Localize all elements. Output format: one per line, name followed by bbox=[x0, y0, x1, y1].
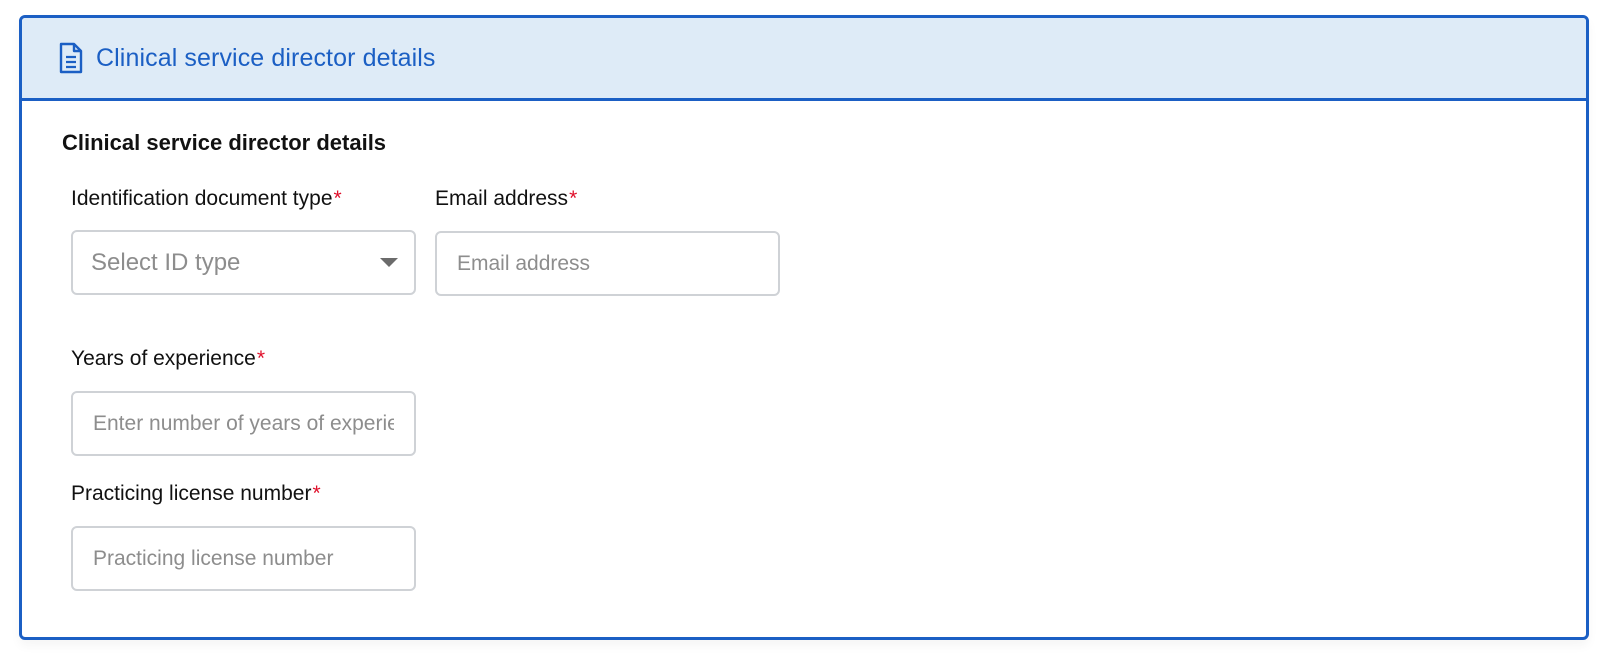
clinical-director-panel: Clinical service director details Clinic… bbox=[19, 15, 1589, 640]
section-title: Clinical service director details bbox=[62, 130, 387, 155]
panel-header[interactable]: Clinical service director details bbox=[22, 18, 1586, 101]
required-asterisk: * bbox=[569, 187, 578, 210]
email-label: Email address* bbox=[435, 187, 577, 211]
email-field-wrapper bbox=[435, 231, 780, 296]
experience-field-wrapper bbox=[71, 391, 416, 456]
required-asterisk: * bbox=[256, 347, 266, 370]
license-label: Practicing license number* bbox=[71, 482, 321, 506]
license-field-wrapper bbox=[71, 526, 416, 591]
experience-field[interactable] bbox=[93, 411, 394, 436]
license-field[interactable] bbox=[93, 546, 394, 571]
panel-body: Clinical service director details Identi… bbox=[22, 101, 1586, 637]
id-type-select-value: Select ID type bbox=[91, 248, 241, 276]
chevron-down-icon[interactable] bbox=[380, 258, 398, 267]
panel-title: Clinical service director details bbox=[96, 43, 436, 72]
required-asterisk: * bbox=[333, 187, 342, 210]
required-asterisk: * bbox=[312, 482, 321, 505]
license-label-text: Practicing license number bbox=[71, 482, 312, 505]
id-type-label-text: Identification document type bbox=[71, 187, 333, 210]
email-label-text: Email address bbox=[435, 187, 569, 210]
experience-label: Years of experience* bbox=[71, 347, 265, 371]
experience-label-text: Years of experience bbox=[71, 347, 256, 370]
document-icon bbox=[58, 42, 84, 74]
id-type-select[interactable]: Select ID type bbox=[71, 230, 416, 295]
id-type-label: Identification document type* bbox=[71, 187, 342, 211]
email-field[interactable] bbox=[457, 251, 758, 276]
